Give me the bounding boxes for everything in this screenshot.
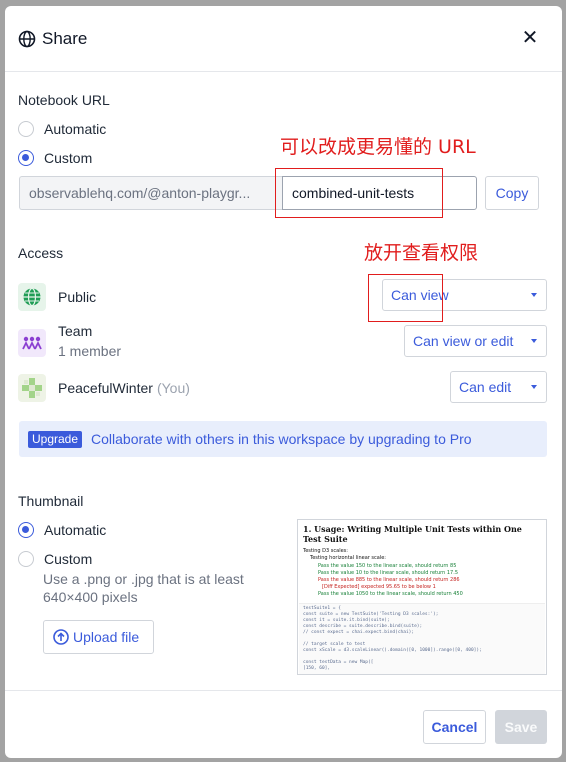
team-permission-dropdown[interactable]: Can view or edit: [404, 325, 547, 357]
preview-line: Pass the value 885 to the linear scale, …: [318, 577, 460, 583]
access-row-team: Team 1 member: [18, 323, 121, 365]
access-label: Access: [18, 245, 64, 261]
upgrade-link[interactable]: Collaborate with others in this workspac…: [91, 431, 472, 447]
team-member-count: 1 member: [58, 343, 122, 359]
chevron-down-icon: [531, 339, 537, 343]
cancel-button[interactable]: Cancel: [423, 710, 486, 744]
preview-line: [Diff Expected] expected 95.65 to be bel…: [322, 584, 436, 590]
code-line: [150, 60],: [303, 666, 331, 671]
thumb-custom-radio[interactable]: [18, 551, 34, 567]
share-dialog: Share ✕ Notebook URL Automatic Custom ob…: [5, 6, 562, 758]
thumbnail-option-automatic[interactable]: Automatic: [18, 520, 106, 540]
code-line: testSuite1 = {: [303, 606, 341, 611]
user-permission-dropdown[interactable]: Can edit: [450, 371, 547, 403]
upload-file-button[interactable]: Upload file: [43, 620, 154, 654]
user-avatar-icon: [18, 374, 46, 402]
code-line: const it = suite.it.bind(suite);: [303, 618, 390, 623]
url-custom-label: Custom: [44, 150, 93, 166]
code-line: const xScale = d3.scaleLinear().domain([…: [303, 648, 482, 653]
url-prefix-field: observablehq.com/@anton-playgr...: [19, 176, 283, 210]
globe-icon: [18, 283, 46, 311]
thumbnail-preview: 1. Usage: Writing Multiple Unit Tests wi…: [297, 519, 547, 675]
thumbnail-option-custom[interactable]: Custom: [18, 549, 92, 569]
upload-icon: [53, 629, 69, 645]
thumb-automatic-label: Automatic: [44, 522, 107, 538]
url-option-custom[interactable]: Custom: [18, 148, 92, 168]
url-annotation-text: 可以改成更易懂的 URL: [280, 136, 476, 158]
access-name-user: PeacefulWinter (You): [58, 380, 190, 396]
chevron-down-icon: [531, 293, 537, 297]
code-line: const suite = new TestSuite('Testing D3 …: [303, 612, 439, 617]
dialog-title: Share: [42, 29, 88, 48]
access-name-team: Team: [58, 323, 93, 339]
upload-file-label: Upload file: [73, 629, 140, 645]
preview-line: Pass the value 150 to the linear scale, …: [318, 563, 457, 569]
upgrade-badge[interactable]: Upgrade: [28, 431, 83, 448]
user-name: PeacefulWinter: [58, 380, 153, 396]
code-line: // const expect = chai.expect.bind(chai)…: [303, 630, 415, 635]
thumb-custom-label: Custom: [44, 551, 93, 567]
close-icon[interactable]: ✕: [519, 27, 541, 49]
chevron-down-icon: [531, 385, 537, 389]
access-annotation-box: [368, 274, 443, 322]
copy-url-button[interactable]: Copy: [485, 176, 539, 210]
preview-line: Pass the value 1050 to the linear scale,…: [318, 591, 463, 597]
preview-line: Pass the value 10 to the linear scale, s…: [318, 570, 459, 576]
preview-line: Testing D3 scales:: [303, 548, 348, 554]
dialog-header: Share ✕: [5, 6, 562, 72]
notebook-url-label: Notebook URL: [18, 92, 110, 108]
thumbnail-label: Thumbnail: [18, 493, 84, 509]
code-line: const testData = new Map([: [303, 660, 374, 665]
url-automatic-radio[interactable]: [18, 121, 34, 137]
team-permission-value: Can view or edit: [413, 333, 514, 349]
access-name-public: Public: [58, 289, 97, 305]
access-row-public: Public: [18, 282, 96, 312]
user-permission-value: Can edit: [459, 379, 512, 395]
you-tag: (You): [156, 380, 190, 396]
url-option-automatic[interactable]: Automatic: [18, 119, 106, 139]
save-button[interactable]: Save: [495, 710, 547, 744]
thumb-automatic-radio[interactable]: [18, 522, 34, 538]
dialog-footer: Cancel Save: [5, 690, 562, 758]
url-automatic-label: Automatic: [44, 121, 107, 137]
url-annotation-box: [275, 168, 443, 218]
globe-icon: [18, 30, 36, 48]
preview-title: 1. Usage: Writing Multiple Unit Tests wi…: [303, 524, 522, 544]
code-line: // target scale to test: [303, 642, 366, 647]
team-icon: [18, 329, 46, 357]
access-annotation-text: 放开查看权限: [364, 242, 479, 264]
thumbnail-hint: Use a .png or .jpg that is at least 640×…: [43, 571, 244, 605]
code-line: const describe = suite.describe.bind(sui…: [303, 624, 423, 629]
url-custom-radio[interactable]: [18, 150, 34, 166]
access-row-user: PeacefulWinter (You): [18, 373, 190, 403]
upgrade-banner: Upgrade Collaborate with others in this …: [19, 421, 547, 457]
preview-code: testSuite1 = { const suite = new TestSui…: [299, 603, 545, 674]
preview-line: Testing horizontal linear scale:: [310, 555, 386, 561]
